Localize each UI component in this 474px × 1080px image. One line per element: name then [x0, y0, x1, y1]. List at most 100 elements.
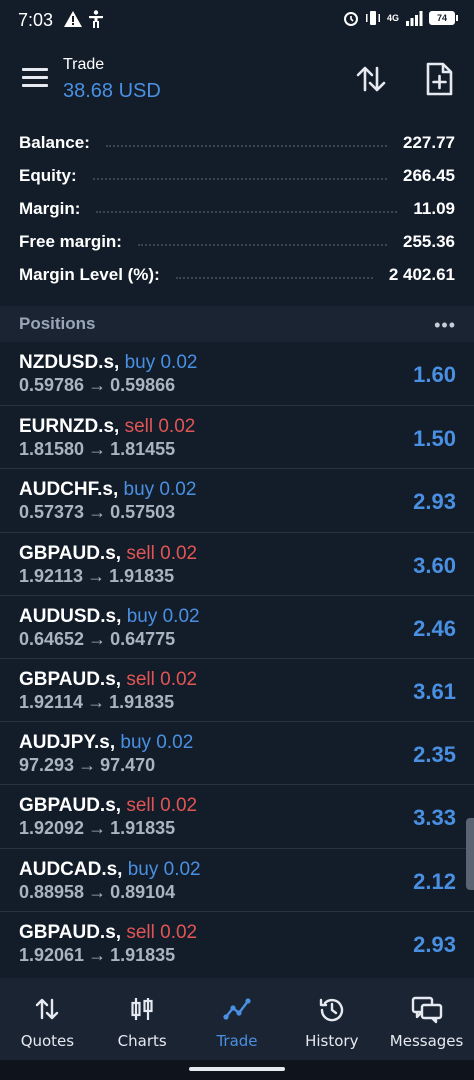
position-row[interactable]: GBPAUD.s, sell 0.02 1.92114 → 1.91835 3.61 — [0, 657, 474, 721]
position-symbol: NZDUSD.s, — [19, 352, 120, 373]
trade-icon — [223, 996, 251, 1027]
summary-label: Equity: — [19, 165, 77, 185]
nav-label: Quotes — [20, 1032, 75, 1050]
sort-button[interactable] — [354, 62, 388, 96]
summary-label: Margin: — [19, 198, 81, 218]
leader-dots — [96, 210, 398, 213]
status-bar: 7:03 4G 74 — [0, 0, 474, 42]
nav-item-charts[interactable]: Charts — [95, 978, 190, 1060]
price-arrow-icon: → — [88, 881, 107, 902]
current-price: 1.81455 — [110, 439, 176, 460]
position-row[interactable]: AUDCAD.s, buy 0.02 0.88958 → 0.89104 2.12 — [0, 847, 474, 911]
position-header: EURNZD.s, sell 0.02 — [19, 416, 195, 438]
position-side: buy 0.02 — [123, 479, 197, 501]
position-prices: 97.293 → 97.470 — [19, 755, 155, 776]
position-profit: 2.93 — [413, 489, 456, 515]
summary-value: 11.09 — [413, 198, 455, 218]
scrollbar-handle[interactable] — [466, 818, 474, 890]
floating-profit: 38.68 USD — [63, 80, 161, 102]
position-symbol: GBPAUD.s, — [19, 921, 122, 943]
leader-dots — [137, 243, 387, 246]
position-prices: 0.88958 → 0.89104 — [19, 882, 175, 903]
open-price: 0.59786 — [19, 375, 85, 395]
sort-icon — [356, 66, 386, 92]
page-title: Trade — [63, 56, 105, 73]
position-row[interactable]: GBPAUD.s, sell 0.02 1.92113 → 1.91835 3.60 — [0, 531, 474, 595]
new-document-icon — [426, 62, 453, 96]
position-row[interactable]: GBPAUD.s, sell 0.02 1.92061 → 1.91835 2.93 — [0, 910, 474, 974]
position-symbol: AUDUSD.s, — [19, 605, 122, 627]
positions-title: Positions — [19, 314, 96, 333]
price-arrow-icon: → — [88, 944, 107, 965]
quotes-icon — [34, 996, 60, 1027]
price-arrow-icon: → — [87, 565, 106, 586]
position-prices: 0.59786 → 0.59866 — [19, 375, 175, 396]
price-arrow-icon: → — [88, 502, 107, 523]
position-row[interactable]: NZDUSD.s, buy 0.02 0.59786 → 0.59866 1.60 — [0, 342, 474, 405]
open-price: 1.92092 — [19, 818, 85, 839]
position-profit: 3.60 — [413, 552, 456, 578]
position-header: GBPAUD.s, sell 0.02 — [19, 543, 197, 565]
leader-dots — [105, 144, 387, 147]
summary-row-margin: Margin: 11.09 — [0, 192, 474, 225]
current-price: 0.89104 — [110, 881, 176, 902]
open-price: 0.57373 — [19, 502, 85, 523]
summary-value: 266.45 — [403, 165, 455, 185]
menu-button[interactable] — [22, 68, 50, 92]
position-profit: 1.60 — [413, 362, 456, 387]
price-arrow-icon: → — [87, 691, 106, 712]
nav-label: Trade — [216, 1032, 258, 1050]
charts-icon — [129, 996, 155, 1027]
alarm-icon — [343, 12, 358, 26]
position-header: AUDJPY.s, buy 0.02 — [19, 732, 193, 754]
trade-screen: 7:03 4G 74 Trade 38.68 USD Balance: 227.… — [0, 0, 474, 1080]
position-side: sell 0.02 — [126, 542, 198, 564]
nav-item-trade[interactable]: Trade — [190, 978, 285, 1060]
current-price: 0.64775 — [110, 628, 176, 649]
history-icon — [318, 996, 346, 1029]
open-price: 0.64652 — [19, 628, 85, 649]
battery-level: 74 — [429, 11, 455, 25]
price-arrow-icon: → — [78, 755, 97, 776]
position-row[interactable]: AUDJPY.s, buy 0.02 97.293 → 97.470 2.35 — [0, 721, 474, 784]
summary-row-balance: Balance: 227.77 — [0, 126, 474, 159]
nav-item-quotes[interactable]: Quotes — [0, 978, 95, 1060]
home-indicator[interactable] — [189, 1067, 285, 1071]
position-prices: 0.64652 → 0.64775 — [19, 629, 175, 650]
position-side: buy 0.02 — [120, 732, 194, 754]
summary-row-equity: Equity: 266.45 — [0, 159, 474, 192]
position-symbol: GBPAUD.s, — [19, 795, 122, 817]
position-row[interactable]: AUDUSD.s, buy 0.02 0.64652 → 0.64775 2.46 — [0, 594, 474, 658]
battery-icon: 74 — [429, 11, 458, 25]
position-header: AUDCHF.s, buy 0.02 — [19, 479, 196, 501]
position-symbol: GBPAUD.s, — [19, 542, 122, 564]
position-header: AUDCAD.s, buy 0.02 — [19, 859, 201, 881]
open-price: 1.92061 — [19, 944, 85, 965]
position-side: sell 0.02 — [126, 921, 198, 943]
position-symbol: AUDCAD.s, — [19, 858, 123, 880]
position-prices: 0.57373 → 0.57503 — [19, 502, 175, 523]
position-side: buy 0.02 — [124, 352, 198, 373]
position-symbol: AUDJPY.s, — [19, 732, 116, 754]
new-order-button[interactable] — [424, 62, 454, 96]
current-price: 0.59866 — [110, 375, 176, 395]
nav-item-history[interactable]: History — [284, 978, 379, 1060]
position-side: buy 0.02 — [127, 858, 201, 880]
nav-label: History — [305, 1032, 359, 1050]
summary-row-free-margin: Free margin: 255.36 — [0, 225, 474, 258]
position-row[interactable]: EURNZD.s, sell 0.02 1.81580 → 1.81455 1.50 — [0, 405, 474, 468]
account-summary: Balance: 227.77 Equity: 266.45 Margin: 1… — [0, 126, 474, 291]
position-row[interactable]: AUDCHF.s, buy 0.02 0.57373 → 0.57503 2.93 — [0, 468, 474, 531]
accessibility-icon — [89, 10, 103, 28]
price-arrow-icon: → — [88, 818, 107, 839]
position-row[interactable]: GBPAUD.s, sell 0.02 1.92092 → 1.91835 3.33 — [0, 784, 474, 847]
position-prices: 1.92061 → 1.91835 — [19, 945, 175, 966]
status-time: 7:03 — [18, 10, 54, 30]
nav-label: Charts — [117, 1032, 167, 1050]
more-options-icon[interactable]: ••• — [434, 315, 456, 336]
app-header: Trade 38.68 USD — [0, 48, 474, 110]
summary-label: Margin Level (%): — [19, 264, 160, 284]
menu-icon — [22, 68, 48, 71]
leader-dots — [175, 276, 373, 279]
nav-item-messages[interactable]: Messages — [379, 978, 474, 1060]
